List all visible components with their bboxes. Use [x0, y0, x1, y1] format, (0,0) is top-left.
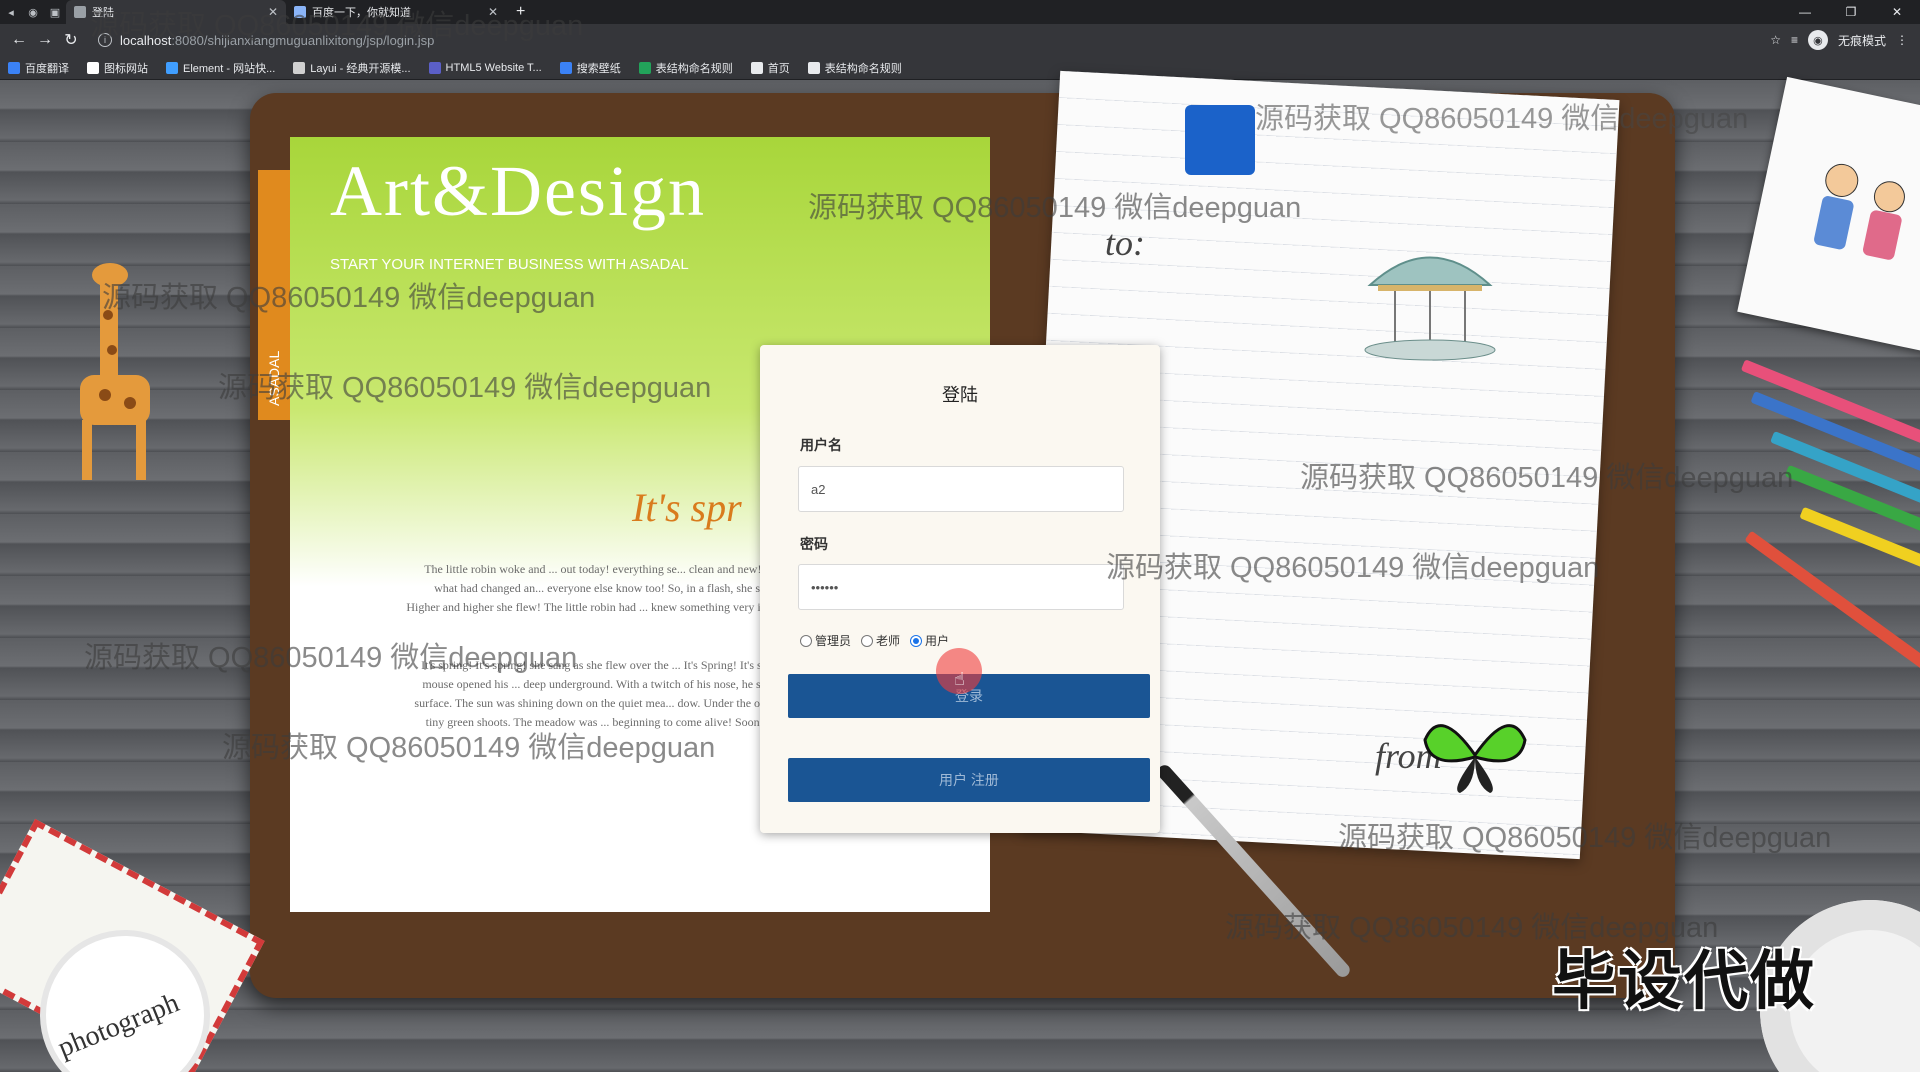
bookmark-item[interactable]: Layui - 经典开源模... — [293, 60, 411, 76]
audio-icon[interactable]: ◂ — [0, 0, 22, 24]
username-input[interactable]: a2 — [798, 466, 1124, 512]
incognito-icon[interactable]: ◉ — [1807, 30, 1828, 50]
bookmark-item[interactable]: 表结构命名规则 — [807, 60, 902, 76]
bookmark-item[interactable]: 首页 — [750, 60, 790, 76]
to-label: to: — [1105, 223, 1145, 263]
bookmark-favicon-icon — [293, 61, 306, 74]
back-icon[interactable]: ← — [6, 27, 32, 53]
role-admin-radio[interactable]: 管理员 — [800, 632, 851, 649]
its-spring-heading: It's spr — [632, 485, 742, 530]
watermark-text: 源码获取 QQ86050149 微信deepguan — [1106, 552, 1600, 584]
close-window-icon[interactable]: ✕ — [1874, 0, 1920, 24]
watermark-text: 源码获取 QQ86050149 微信deepguan — [90, 10, 584, 42]
bookmark-label: Element - 网站快... — [183, 62, 276, 75]
role-radio-group: 管理员 老师 用户 — [800, 632, 949, 649]
watermark-text: 源码获取 QQ86050149 微信deepguan — [218, 372, 712, 404]
reading-list-icon[interactable]: ≡ — [1791, 33, 1798, 47]
bookmark-item[interactable]: 表结构命名规则 — [638, 60, 733, 76]
login-title: 登陆 — [942, 385, 978, 405]
family-drawing-icon — [1814, 163, 1905, 260]
binder-clip-icon — [1185, 105, 1255, 175]
bookmark-label: 图标网站 — [104, 62, 148, 75]
reload-icon[interactable]: ↻ — [58, 27, 84, 53]
bookmark-item[interactable]: Element - 网站快... — [166, 60, 275, 76]
forward-icon[interactable]: → — [32, 27, 58, 53]
watermark-text: 源码获取 QQ86050149 微信deepguan — [84, 642, 578, 674]
watermark-text: 源码获取 QQ86050149 微信deepguan — [1338, 822, 1832, 854]
bookmark-label: Layui - 经典开源模... — [310, 62, 411, 75]
minimize-icon[interactable]: — — [1782, 0, 1828, 24]
bookmark-label: 搜索壁纸 — [576, 62, 621, 75]
restore-icon[interactable]: ❐ — [1828, 0, 1874, 24]
bookmark-star-icon[interactable]: ☆ — [1770, 33, 1781, 47]
watermark-text: 源码获取 QQ86050149 微信deepguan — [1300, 462, 1794, 494]
bookmark-item[interactable]: 百度翻译 — [8, 60, 69, 76]
watermark-text: 源码获取 QQ86050149 微信deepguan — [222, 732, 716, 764]
login-form: 登陆 用户名 a2 密码 •••••• 管理员 老师 用户 登录 用户 注册 — [760, 345, 1160, 833]
bookmarks-bar: 百度翻译 图标网站 Element - 网站快... Layui - 经典开源模...… — [0, 56, 1920, 80]
corner-stamp-text: 毕设代做 — [1552, 945, 1816, 1017]
bookmark-label: 百度翻译 — [25, 62, 69, 75]
hand-cursor-icon: ☝ — [954, 669, 965, 689]
radio-circle-icon[interactable] — [800, 634, 812, 647]
bookmark-favicon-icon — [87, 61, 99, 74]
password-input[interactable]: •••••• — [798, 564, 1124, 610]
globe-icon[interactable]: ◉ — [22, 0, 44, 24]
butterfly-icon — [1423, 724, 1527, 793]
password-label: 密码 — [800, 536, 828, 552]
bookmark-label: 表结构命名规则 — [655, 62, 733, 75]
role-label: 用户 — [925, 634, 950, 648]
register-button[interactable]: 用户 注册 — [788, 758, 1150, 802]
role-label: 老师 — [876, 634, 901, 648]
bookmark-label: 表结构命名规则 — [824, 62, 902, 75]
carousel-illustration-icon — [1364, 256, 1496, 361]
role-teacher-radio[interactable]: 老师 — [861, 632, 900, 649]
role-user-radio[interactable]: 用户 — [910, 632, 949, 649]
bookmark-favicon-icon — [8, 61, 20, 74]
tab-favicon-icon — [74, 6, 86, 18]
window-icon[interactable]: ▣ — [44, 0, 66, 24]
radio-circle-icon[interactable] — [861, 634, 874, 647]
bookmark-favicon-icon — [807, 61, 820, 74]
role-label: 管理员 — [815, 634, 852, 648]
bookmark-label: HTML5 Website T... — [445, 61, 542, 74]
bookmark-item[interactable]: HTML5 Website T... — [428, 61, 542, 74]
bookmark-favicon-icon — [559, 61, 572, 74]
bookmark-item[interactable]: 图标网站 — [87, 60, 148, 76]
bookmark-favicon-icon — [428, 61, 441, 74]
bookmark-favicon-icon — [166, 61, 178, 74]
incognito-label: 无痕模式 — [1837, 33, 1886, 48]
bookmark-label: 首页 — [767, 62, 790, 75]
watermark-text: 源码获取 QQ86050149 微信deepguan — [1255, 103, 1749, 135]
bookmark-favicon-icon — [750, 61, 763, 74]
bookmark-favicon-icon — [638, 61, 651, 74]
watermark-text: 源码获取 QQ86050149 微信deepguan — [808, 192, 1302, 224]
radio-checked-icon[interactable] — [910, 634, 923, 647]
menu-icon[interactable]: ⋮ — [1896, 33, 1908, 47]
watermark-text: 源码获取 QQ86050149 微信deepguan — [102, 282, 596, 314]
start-business-line: START YOUR INTERNET BUSINESS WITH ASADAL — [330, 256, 689, 273]
art-design-heading: Art&Design — [330, 151, 706, 231]
username-label: 用户名 — [800, 437, 842, 453]
bookmark-item[interactable]: 搜索壁纸 — [559, 60, 621, 76]
